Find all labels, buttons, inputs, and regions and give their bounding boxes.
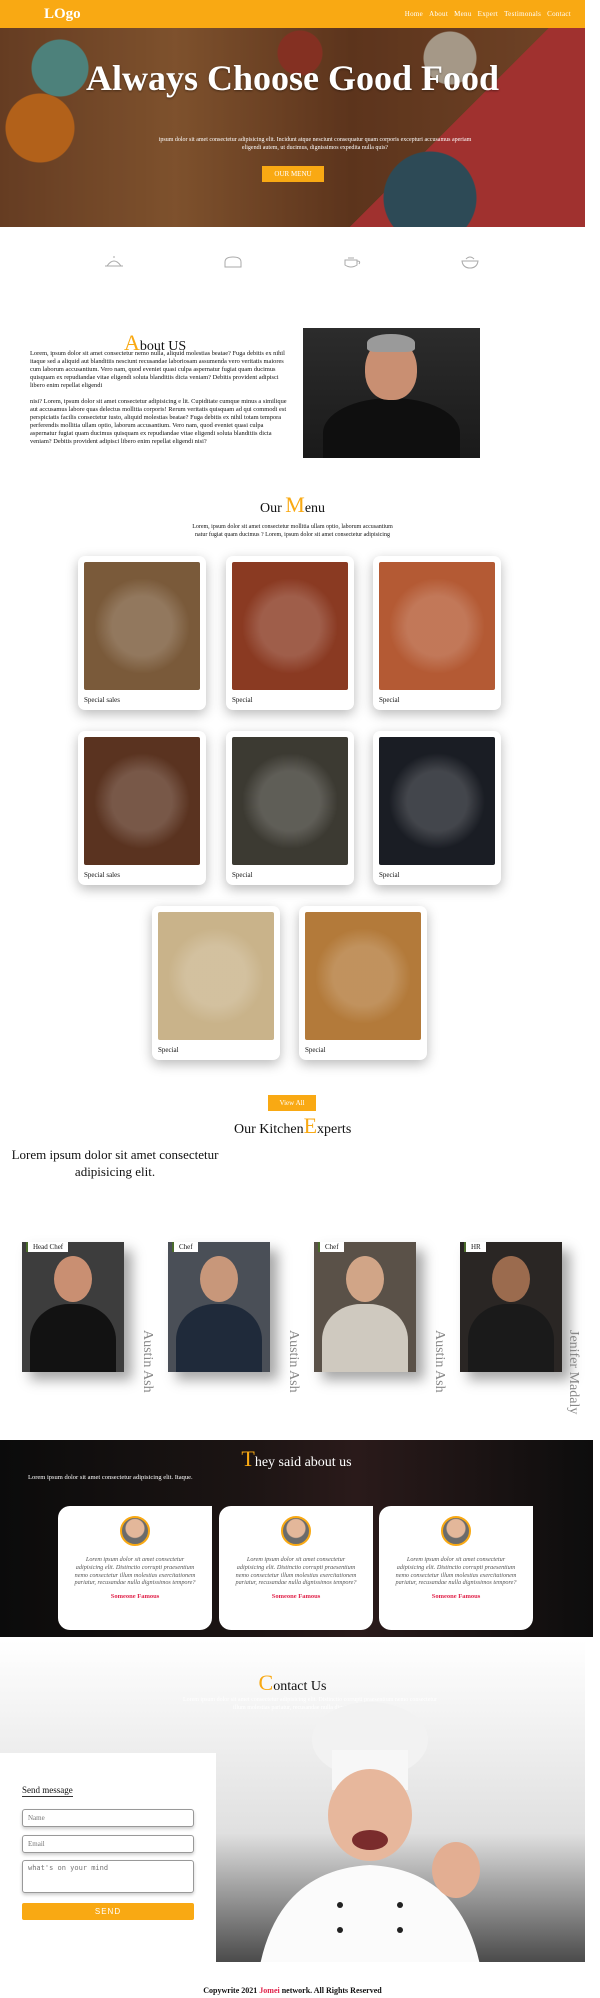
testimonials-subtitle: Lorem ipsum dolor sit amet consectetur a… — [28, 1474, 193, 1481]
testimonial-card: Lorem ipsum dolor sit amet consectetur a… — [58, 1506, 212, 1630]
menu-photo — [232, 737, 348, 865]
avatar — [441, 1516, 471, 1546]
menu-card[interactable]: Special — [299, 906, 427, 1060]
nav-testimonials[interactable]: Testimonals — [504, 10, 541, 18]
testimonial-card: Lorem ipsum dolor sit amet consectetur a… — [219, 1506, 373, 1630]
avatar — [120, 1516, 150, 1546]
expert-photo-body — [322, 1304, 408, 1372]
menu-card[interactable]: Special — [226, 731, 354, 885]
name-field[interactable] — [22, 1809, 194, 1827]
experts-title: Our KitchenExperts — [234, 1113, 352, 1138]
expert-photo-body — [176, 1304, 262, 1372]
menu-card-label: Special — [305, 1046, 326, 1054]
hero-title: Always Choose Good Food — [85, 58, 500, 98]
testimonial-quote: Lorem ipsum dolor sit amet consectetur a… — [235, 1556, 357, 1587]
expert-photo-body — [468, 1304, 554, 1372]
footer-brand[interactable]: Jomei — [259, 1986, 279, 1995]
menu-photo — [232, 562, 348, 690]
menu-card[interactable]: Special — [373, 731, 501, 885]
testimonial-quote: Lorem ipsum dolor sit amet consectetur a… — [395, 1556, 517, 1587]
testimonials-section: They said about us Lorem ipsum dolor sit… — [0, 1440, 593, 1637]
dish-icon — [101, 252, 127, 272]
nav-home[interactable]: Home — [405, 10, 423, 18]
menu-card-label: Special sales — [84, 871, 120, 879]
nav-menu[interactable]: Menu — [454, 10, 472, 18]
menu-card-label: Special — [232, 696, 253, 704]
menu-photo — [379, 737, 495, 865]
logo[interactable]: LOgo — [44, 6, 81, 23]
menu-card-label: Special — [158, 1046, 179, 1054]
expert-name: Jenifer Madaly — [566, 1330, 581, 1415]
expert-name: Austin Ash — [432, 1330, 447, 1393]
our-menu-button[interactable]: OUR MENU — [262, 166, 324, 182]
menu-title: Our Menu — [259, 492, 326, 517]
about-text: Lorem, ipsum dolor sit amet consectetur … — [30, 350, 290, 454]
expert-card[interactable]: Chef — [168, 1242, 270, 1372]
nav-about[interactable]: About — [429, 10, 448, 18]
contact-section: Contact Us Lorem ipsum dolor sit amet co… — [0, 1640, 585, 1962]
menu-card[interactable]: Special — [226, 556, 354, 710]
expert-photo-body — [30, 1304, 116, 1372]
expert-photo-face — [200, 1256, 238, 1302]
main-nav: Home About Menu Expert Testimonals Conta… — [405, 10, 571, 18]
send-button[interactable]: SEND — [22, 1903, 194, 1920]
testimonial-author: Someone Famous — [110, 1593, 160, 1601]
nav-expert[interactable]: Expert — [478, 10, 498, 18]
expert-role-badge: Chef — [172, 1242, 198, 1252]
about-paragraph-1: Lorem, ipsum dolor sit amet consectetur … — [30, 350, 285, 389]
menu-card-label: Special — [379, 696, 400, 704]
bread-icon — [220, 252, 246, 272]
about-chef-photo — [303, 328, 480, 458]
email-field[interactable] — [22, 1835, 194, 1853]
menu-photo — [84, 562, 200, 690]
menu-card[interactable]: Special — [152, 906, 280, 1060]
testimonial-quote: Lorem ipsum dolor sit amet consectetur a… — [74, 1556, 196, 1587]
menu-card[interactable]: Special sales — [78, 731, 206, 885]
menu-card[interactable]: Special — [373, 556, 501, 710]
testimonial-author: Someone Famous — [431, 1593, 481, 1601]
menu-photo — [305, 912, 421, 1040]
view-all-button[interactable]: View All — [268, 1095, 316, 1111]
expert-name: Austin Ash — [140, 1330, 155, 1393]
hero-text: ipsum dolor sit amet consectetur adipisi… — [158, 137, 472, 151]
menu-card-label: Special — [379, 871, 400, 879]
avatar — [281, 1516, 311, 1546]
expert-photo-face — [492, 1256, 530, 1302]
menu-card[interactable]: Special sales — [78, 556, 206, 710]
expert-name: Austin Ash — [286, 1330, 301, 1393]
experts-subtitle: Lorem ipsum dolor sit amet consectetur a… — [11, 1147, 219, 1179]
menu-photo — [158, 912, 274, 1040]
contact-form: Send message SEND — [0, 1753, 216, 1962]
expert-photo-face — [54, 1256, 92, 1302]
expert-role-badge: HR — [464, 1242, 486, 1252]
form-title: Send message — [22, 1785, 73, 1797]
testimonial-author: Someone Famous — [271, 1593, 321, 1601]
expert-card[interactable]: Head Chef — [22, 1242, 124, 1372]
chef-illustration — [260, 1702, 480, 1962]
footer-copyright: Copywrite 2021 Jomei network. All Rights… — [203, 1986, 382, 1995]
menu-photo — [379, 562, 495, 690]
expert-card[interactable]: HR — [460, 1242, 562, 1372]
expert-role-badge: Head Chef — [26, 1242, 69, 1252]
testimonial-card: Lorem ipsum dolor sit amet consectetur a… — [379, 1506, 533, 1630]
nav-contact[interactable]: Contact — [547, 10, 571, 18]
bowl-icon — [457, 252, 483, 272]
testimonials-title: They said about us — [241, 1446, 352, 1471]
message-field[interactable] — [22, 1860, 194, 1893]
menu-card-label: Special — [232, 871, 253, 879]
teapot-icon — [338, 252, 364, 272]
menu-subtitle: Lorem, ipsum dolor sit amet consectetur … — [192, 524, 393, 538]
menu-photo — [84, 737, 200, 865]
expert-card[interactable]: Chef — [314, 1242, 416, 1372]
hero-banner: Always Choose Good Food ipsum dolor sit … — [0, 28, 585, 227]
about-paragraph-2: nisi? Lorem, ipsum dolor sit amet consec… — [30, 398, 287, 445]
expert-role-badge: Chef — [318, 1242, 344, 1252]
site-header: LOgo Home About Menu Expert Testimonals … — [0, 0, 585, 28]
contact-title: Contact Us — [258, 1670, 327, 1695]
expert-photo-face — [346, 1256, 384, 1302]
menu-card-label: Special sales — [84, 696, 120, 704]
